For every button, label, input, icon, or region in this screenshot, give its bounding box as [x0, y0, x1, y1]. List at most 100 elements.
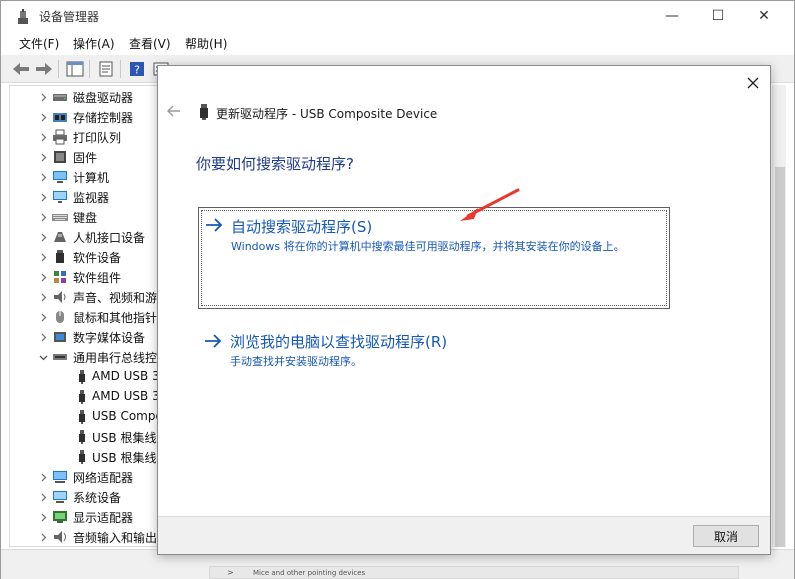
tree-item-label: 固件 [73, 151, 98, 165]
tree-item-label: USB Compo [92, 409, 159, 423]
disk-drive-icon [53, 94, 67, 101]
help-button[interactable]: ? [127, 59, 147, 79]
tree-category-item[interactable]: 键盘 [10, 207, 159, 227]
tree-item-label: 打印队列 [73, 131, 122, 145]
tree-category-item[interactable]: 磁盘驱动器 [10, 87, 159, 107]
option-description: 手动查找并安装驱动程序。 [230, 355, 362, 368]
tree-category-item[interactable]: 声音、视频和游 [10, 287, 159, 307]
tree-category-item[interactable]: 系统设备 [10, 487, 159, 507]
toolbar-separator [89, 60, 90, 78]
menu-view[interactable]: 查看(V) [129, 35, 171, 52]
device-manager-window: 设备管理器 — ☐ ✕ 文件(F) 操作(A) 查看(V) 帮助(H) ? 磁盘… [0, 0, 795, 579]
chevron-right-icon[interactable] [36, 110, 50, 124]
tree-category-item[interactable]: 通用串行总线控 [10, 347, 159, 367]
menu-action[interactable]: 操作(A) [73, 35, 115, 52]
storage-controller-icon [53, 113, 67, 122]
chevron-right-icon[interactable] [36, 130, 50, 144]
tree-item-label: 数字媒体设备 [73, 331, 146, 345]
tree-item-label: AMD USB 3 [92, 389, 159, 403]
chevron-right-icon[interactable] [36, 190, 50, 204]
chevron-right-icon[interactable] [36, 230, 50, 244]
tree-item-label: 键盘 [73, 211, 98, 225]
chevron-right-icon[interactable] [36, 330, 50, 344]
vertical-scrollbar[interactable] [772, 85, 786, 547]
annotation-arrow-icon [460, 188, 520, 221]
arrow-left-icon [13, 63, 29, 75]
search-automatically-option[interactable]: 自动搜索驱动程序(S) Windows 将在你的计算机中搜索最佳可用驱动程序，并… [198, 207, 670, 309]
scrollbar-thumb[interactable] [775, 167, 785, 547]
tree-category-item[interactable]: 存储控制器 [10, 107, 159, 127]
tree-child-item[interactable]: AMD USB 3 [10, 387, 159, 407]
media-device-icon [54, 332, 66, 342]
chevron-right-icon[interactable] [36, 150, 50, 164]
tree-category-item[interactable]: 显示适配器 [10, 507, 159, 527]
tree-category-item[interactable]: 软件设备 [10, 247, 159, 267]
tree-child-item[interactable]: USB 根集线 [10, 447, 159, 467]
tree-category-item[interactable]: 打印队列 [10, 127, 159, 147]
usb-plug-icon [79, 410, 85, 424]
system-device-icon [53, 491, 67, 503]
tree-category-item[interactable]: 计算机 [10, 167, 159, 187]
svg-text:?: ? [134, 64, 140, 77]
dialog-close-button[interactable] [742, 72, 764, 94]
hid-icon [54, 232, 66, 242]
tree-category-item[interactable]: 人机接口设备 [10, 227, 159, 247]
close-button[interactable]: ✕ [741, 1, 787, 31]
chevron-right-icon[interactable] [36, 90, 50, 104]
maximize-button[interactable]: ☐ [695, 1, 741, 31]
computer-icon [53, 171, 67, 183]
menu-file[interactable]: 文件(F) [19, 35, 59, 52]
tree-category-item[interactable]: 固件 [10, 147, 159, 167]
tree-item-label: 软件组件 [73, 271, 122, 285]
chevron-right-icon[interactable] [36, 250, 50, 264]
firmware-icon [54, 151, 66, 163]
tree-child-item[interactable]: AMD USB 3 [10, 367, 159, 387]
properties-button[interactable] [96, 59, 116, 79]
browse-my-computer-option[interactable]: 浏览我的电脑以查找驱动程序(R) 手动查找并安装驱动程序。 [198, 329, 670, 369]
tree-category-item[interactable]: 监视器 [10, 187, 159, 207]
chevron-right-icon[interactable] [36, 470, 50, 484]
arrow-right-icon [206, 218, 223, 232]
usb-plug-icon [79, 370, 85, 384]
chevron-right-icon[interactable] [36, 510, 50, 524]
device-manager-icon [18, 9, 28, 24]
dialog-footer: 取消 [158, 516, 770, 554]
chevron-right-icon[interactable] [36, 530, 50, 544]
tree-category-item[interactable]: 数字媒体设备 [10, 327, 159, 347]
audio-io-icon [54, 531, 66, 543]
chevron-right-icon[interactable] [36, 270, 50, 284]
tree-category-item[interactable]: 网络适配器 [10, 467, 159, 487]
help-icon: ? [130, 62, 144, 77]
chevron-right-icon[interactable] [36, 210, 50, 224]
tree-item-label: USB 根集线 [92, 451, 157, 465]
chevron-right-icon[interactable] [36, 490, 50, 504]
tree-item-label: 显示适配器 [73, 511, 134, 525]
tree-category-item[interactable]: 鼠标和其他指针 [10, 307, 159, 327]
tree-category-item[interactable]: 音频输入和输出 [10, 527, 159, 546]
chevron-right-icon[interactable] [36, 170, 50, 184]
minimize-button[interactable]: — [649, 1, 695, 31]
device-tree[interactable]: 磁盘驱动器 存储控制器打印队列固件计算机监视器键盘人机接口设备软件设备软件组件声音… [9, 85, 159, 547]
chevron-right-icon[interactable] [36, 310, 50, 324]
show-hide-console-tree-button[interactable] [65, 59, 85, 79]
sound-icon [54, 291, 66, 303]
chevron-down-icon[interactable] [36, 350, 50, 364]
chevron-right-icon[interactable] [36, 290, 50, 304]
forward-button[interactable] [34, 59, 54, 79]
tree-item-label: 软件设备 [73, 251, 122, 265]
menu-help[interactable]: 帮助(H) [185, 35, 227, 52]
cancel-button[interactable]: 取消 [693, 525, 759, 547]
tree-item-label: 通用串行总线控 [73, 351, 158, 365]
dialog-back-button[interactable] [166, 103, 182, 119]
console-tree-icon [66, 61, 84, 77]
tree-child-item[interactable]: USB 根集线 [10, 427, 159, 447]
tree-child-item[interactable]: USB Compo [10, 407, 159, 427]
update-driver-dialog: 更新驱动程序 - USB Composite Device 你要如何搜索驱动程序… [157, 65, 771, 555]
back-button[interactable] [11, 59, 31, 79]
dialog-heading: 你要如何搜索驱动程序? [196, 155, 354, 173]
tree-category-item[interactable]: 软件组件 [10, 267, 159, 287]
title-bar: 设备管理器 — ☐ ✕ [1, 1, 794, 32]
tree-item-label: 计算机 [73, 171, 110, 185]
toolbar-separator [58, 60, 59, 78]
window-title: 设备管理器 [39, 10, 100, 24]
